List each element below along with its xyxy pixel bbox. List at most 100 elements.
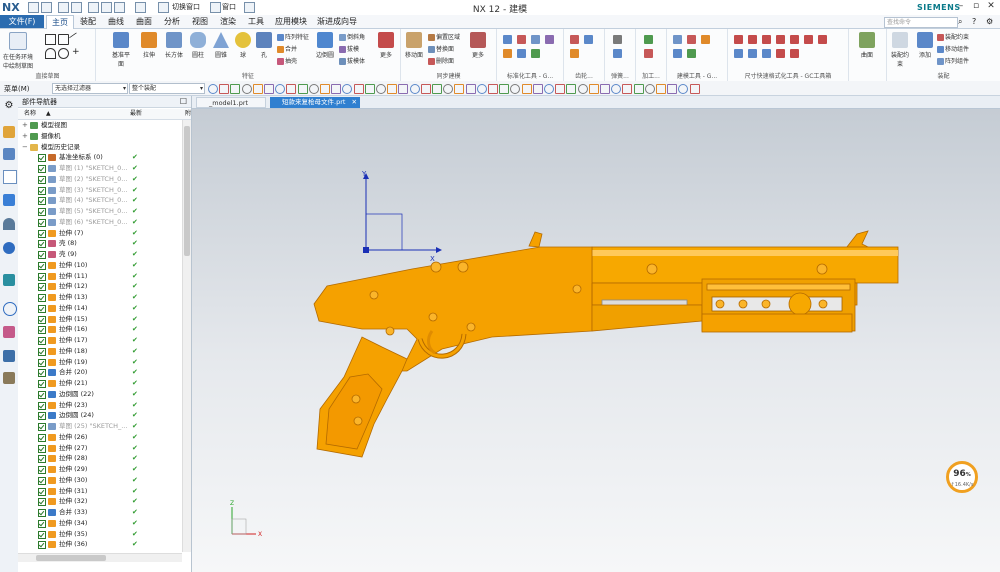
dimension-icon[interactable] <box>762 49 771 58</box>
menu-dropdown[interactable]: 菜单(M) <box>4 84 30 94</box>
graphics-window[interactable]: Y X Z X 96% ↑16.4K/s <box>192 109 1000 572</box>
dimension-icon[interactable] <box>790 49 799 58</box>
chamfer-button[interactable]: 倒斜角 <box>339 32 365 41</box>
add-component-button[interactable]: 添加 <box>914 32 936 59</box>
history-icon[interactable] <box>3 274 15 286</box>
tree-row[interactable]: 拉伸 (36) ✔ <box>18 539 182 550</box>
tree-row[interactable]: 拉伸 (12) ✔ <box>18 281 182 292</box>
tree-row[interactable]: 拉伸 (15) ✔ <box>18 314 182 325</box>
tab-wizard[interactable]: 渐进成向导 <box>314 15 360 28</box>
visibility-checkbox[interactable] <box>38 283 46 292</box>
snap-point-icon[interactable] <box>611 84 622 94</box>
snap-point-icon[interactable] <box>476 84 487 94</box>
tab-home[interactable]: 主页 <box>46 15 74 29</box>
tree-row[interactable]: 拉伸 (29) ✔ <box>18 464 182 475</box>
selection-filter-select[interactable]: 无选择过滤器 ▾ <box>52 83 128 94</box>
snap-point-icon[interactable] <box>252 84 263 94</box>
visibility-checkbox[interactable] <box>38 519 46 528</box>
snap-point-icon[interactable] <box>420 84 431 94</box>
tab-assembly[interactable]: 装配 <box>75 15 101 28</box>
assembly-constraint-button[interactable]: 装配约束 <box>889 32 911 68</box>
column-latest[interactable]: 最新 <box>130 109 142 119</box>
rectangle-icon[interactable] <box>58 34 69 45</box>
tree-row[interactable]: 边倒圆 (24) ✔ <box>18 410 182 421</box>
visibility-checkbox[interactable] <box>38 218 46 227</box>
visibility-checkbox[interactable] <box>38 530 46 539</box>
tool-icon[interactable] <box>517 49 526 58</box>
sphere-button[interactable]: 球 <box>232 32 254 59</box>
visibility-checkbox[interactable] <box>38 229 46 238</box>
tree-row[interactable]: 拉伸 (28) ✔ <box>18 453 182 464</box>
tool-icon[interactable] <box>531 49 540 58</box>
file-menu-button[interactable]: 文件(F) <box>0 15 44 28</box>
visibility-checkbox[interactable] <box>38 380 46 388</box>
tree-row[interactable]: 拉伸 (13) ✔ <box>18 292 182 303</box>
tab-analysis[interactable]: 分析 <box>159 15 185 28</box>
snap-point-icon[interactable] <box>230 84 241 94</box>
tree-row[interactable]: − 模型历史记录 <box>18 142 182 153</box>
tab-view[interactable]: 视图 <box>187 15 213 28</box>
tree-row[interactable]: 边倒圆 (22) ✔ <box>18 389 182 400</box>
visibility-checkbox[interactable] <box>38 347 46 356</box>
snap-point-icon[interactable] <box>689 84 700 94</box>
visibility-checkbox[interactable] <box>38 466 46 474</box>
close-tab-icon[interactable]: ✕ <box>352 97 357 108</box>
reuse-library-icon[interactable] <box>3 194 15 206</box>
selection-scope-select[interactable]: 整个装配 ▾ <box>129 83 205 94</box>
tree-row[interactable]: 草图 (4) "SKETCH_0... ✔ <box>18 195 182 206</box>
visibility-checkbox[interactable] <box>38 509 46 517</box>
snap-point-icon[interactable] <box>588 84 599 94</box>
tree-row[interactable]: + 摄像机 <box>18 131 182 142</box>
snap-point-icon[interactable] <box>600 84 610 94</box>
visibility-checkbox[interactable] <box>38 251 46 259</box>
tree-row[interactable]: 拉伸 (7) ✔ <box>18 228 182 239</box>
tree-row[interactable]: 拉伸 (10) ✔ <box>18 260 182 271</box>
visibility-checkbox[interactable] <box>38 541 46 550</box>
sync-more-button[interactable]: 更多 <box>467 32 489 59</box>
snap-point-icon[interactable] <box>432 84 442 94</box>
tree-row[interactable]: 壳 (9) ✔ <box>18 249 182 260</box>
visibility-checkbox[interactable] <box>38 175 46 184</box>
visibility-checkbox[interactable] <box>38 369 46 378</box>
visibility-checkbox[interactable] <box>38 315 46 324</box>
visibility-checkbox[interactable] <box>38 208 46 216</box>
tab-curve[interactable]: 曲线 <box>103 15 129 28</box>
line-icon[interactable] <box>68 32 83 46</box>
tree-row[interactable]: 拉伸 (19) ✔ <box>18 357 182 368</box>
snap-point-icon[interactable] <box>364 84 375 94</box>
shotgun-model[interactable] <box>313 230 899 458</box>
visibility-checkbox[interactable] <box>38 412 46 421</box>
snap-point-icon[interactable] <box>241 84 252 94</box>
snap-point-icon[interactable] <box>443 84 454 94</box>
move-face-button[interactable]: 移动面 <box>403 32 425 59</box>
snap-point-icon[interactable] <box>297 84 308 94</box>
snap-point-icon[interactable] <box>532 84 543 94</box>
constraint-navigator-icon[interactable] <box>3 148 15 160</box>
navigator-vertical-scrollbar[interactable] <box>182 120 191 552</box>
snap-point-icon[interactable] <box>577 84 588 94</box>
column-extra[interactable]: 附 <box>185 109 191 119</box>
snap-point-icon[interactable] <box>544 84 554 94</box>
pattern-component-button[interactable]: 阵列组件 <box>937 56 969 65</box>
tree-row[interactable]: 拉伸 (32) ✔ <box>18 496 182 507</box>
visibility-checkbox[interactable] <box>38 272 46 281</box>
snap-point-icon[interactable] <box>376 84 386 94</box>
tab-tools[interactable]: 工具 <box>243 15 269 28</box>
tree-row[interactable]: 拉伸 (27) ✔ <box>18 443 182 454</box>
snap-point-icon[interactable] <box>454 84 465 94</box>
tree-row[interactable]: 草图 (1) "SKETCH_0... ✔ <box>18 163 182 174</box>
dimension-icon[interactable] <box>776 49 785 58</box>
machining-icon[interactable] <box>644 35 653 44</box>
tab-shotgun-master[interactable]: 短款来复枪母文件.prt ✕ <box>270 97 360 108</box>
tree-row[interactable]: 拉伸 (18) ✔ <box>18 346 182 357</box>
dimension-icon[interactable] <box>734 35 743 44</box>
modeling-tool-icon[interactable] <box>687 35 696 44</box>
tree-row[interactable]: 草图 (3) "SKETCH_0... ✔ <box>18 185 182 196</box>
column-name[interactable]: 名称 <box>24 109 36 119</box>
settings-icon[interactable]: ⚙ <box>986 17 993 26</box>
process-studio-icon[interactable] <box>3 372 15 384</box>
feature-more-button[interactable]: 更多 <box>375 32 397 59</box>
point-icon[interactable]: + <box>72 48 81 57</box>
dimension-icon[interactable] <box>748 35 757 44</box>
tool-icon[interactable] <box>503 49 512 58</box>
